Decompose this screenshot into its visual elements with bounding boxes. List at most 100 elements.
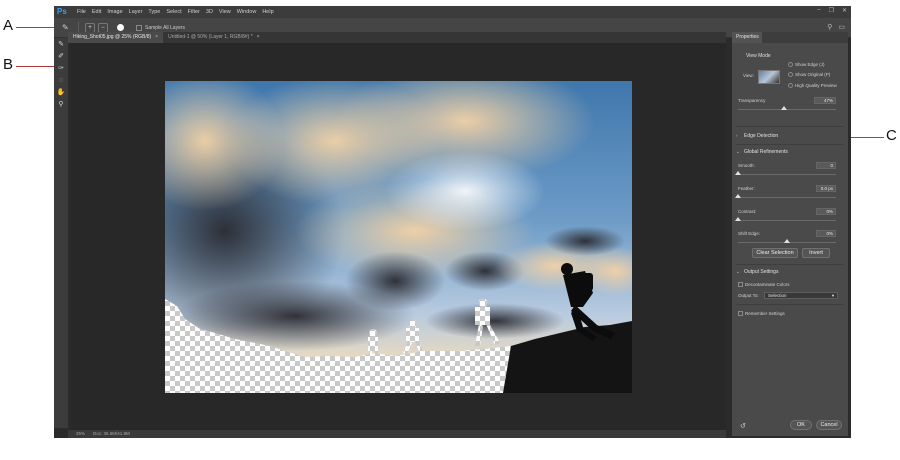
menu-help[interactable]: Help bbox=[262, 9, 273, 15]
clear-selection-button[interactable]: Clear Selection bbox=[752, 248, 798, 258]
hand-tool-icon[interactable]: ✋ bbox=[54, 88, 68, 98]
shift-edge-value[interactable]: 0% bbox=[816, 230, 836, 237]
menu-image[interactable]: Image bbox=[107, 9, 122, 15]
feather-slider-thumb[interactable] bbox=[735, 194, 741, 198]
reset-icon[interactable]: ↺ bbox=[740, 422, 746, 430]
output-settings-title[interactable]: Output Settings bbox=[744, 269, 778, 275]
high-quality-preview-checkbox[interactable] bbox=[788, 83, 793, 88]
feather-value[interactable]: 0.0 px bbox=[816, 185, 836, 192]
feather-slider[interactable] bbox=[738, 197, 836, 198]
contrast-label: Contrast: bbox=[738, 209, 757, 214]
show-original-label: Show Original (P) bbox=[795, 72, 831, 77]
callout-line-c bbox=[846, 137, 884, 138]
refine-edge-brush-icon[interactable]: ✐ bbox=[54, 52, 68, 62]
lasso-tool-icon[interactable]: ◌ bbox=[54, 76, 68, 86]
feather-label: Feather: bbox=[738, 186, 755, 191]
chevron-down-icon[interactable]: ⌄ bbox=[736, 149, 740, 155]
properties-panel: Properties View Mode View: Show Edge (J)… bbox=[732, 32, 848, 436]
tab-label: Untitled-1 @ 50% (Layer 1, RGB/8#) * bbox=[168, 34, 253, 40]
workspace-icon[interactable]: ▭ bbox=[838, 23, 845, 31]
panel-divider bbox=[736, 264, 844, 265]
panel-divider bbox=[736, 126, 844, 127]
global-refinements-title[interactable]: Global Refinements bbox=[744, 149, 788, 155]
close-icon[interactable]: × bbox=[155, 34, 158, 40]
smooth-label: Smooth: bbox=[738, 163, 755, 168]
remember-settings-label: Remember Settings bbox=[745, 311, 785, 316]
contrast-value[interactable]: 0% bbox=[816, 208, 836, 215]
output-to-label: Output To: bbox=[738, 293, 759, 298]
smooth-value[interactable]: 0 bbox=[816, 162, 836, 169]
brush-size-icon[interactable] bbox=[117, 24, 124, 31]
smooth-slider-thumb[interactable] bbox=[735, 171, 741, 175]
menu-view[interactable]: View bbox=[219, 9, 231, 15]
transparency-value[interactable]: 47% bbox=[814, 97, 836, 104]
edge-detection-title[interactable]: Edge Detection bbox=[744, 133, 778, 139]
canvas-area[interactable] bbox=[71, 43, 726, 431]
output-to-select[interactable]: Selection ▼ bbox=[764, 292, 838, 299]
chevron-down-icon[interactable]: ⌄ bbox=[736, 269, 740, 275]
minimize-icon[interactable]: – bbox=[817, 7, 820, 14]
invert-button[interactable]: Invert bbox=[802, 248, 830, 258]
sample-all-layers-checkbox[interactable] bbox=[136, 24, 142, 31]
status-bar: 25% Doc: 36.6M/41.9M bbox=[68, 430, 726, 438]
brush-tool-icon[interactable]: ✑ bbox=[54, 64, 68, 74]
high-quality-preview-label: High Quality Preview bbox=[795, 83, 837, 88]
tab-properties[interactable]: Properties bbox=[732, 32, 762, 43]
restore-icon[interactable]: ❐ bbox=[829, 7, 834, 14]
callout-label-b: B bbox=[3, 56, 14, 73]
zoom-tool-icon[interactable]: ⚲ bbox=[54, 100, 68, 110]
callout-label-c: C bbox=[886, 127, 897, 144]
menu-edit[interactable]: Edit bbox=[92, 9, 101, 15]
options-right-icons: ⚲ ▭ bbox=[827, 23, 845, 31]
tools-panel: ✎ ✐ ✑ ◌ ✋ ⚲ bbox=[54, 38, 68, 428]
view-mode-thumbnail[interactable] bbox=[758, 70, 780, 84]
callout-label-a: A bbox=[3, 17, 14, 34]
transparency-slider-thumb[interactable] bbox=[781, 106, 788, 110]
view-label: View: bbox=[743, 73, 754, 78]
quick-selection-tool-icon[interactable]: ✎ bbox=[62, 23, 72, 33]
menu-select[interactable]: Select bbox=[166, 9, 181, 15]
menu-window[interactable]: Window bbox=[237, 9, 257, 15]
show-original-checkbox[interactable] bbox=[788, 72, 793, 77]
contrast-slider[interactable] bbox=[738, 220, 836, 221]
menu-filter[interactable]: Filter bbox=[188, 9, 200, 15]
smooth-slider[interactable] bbox=[738, 174, 836, 175]
menu-file[interactable]: File bbox=[77, 9, 86, 15]
callout-line-a bbox=[16, 27, 54, 28]
document-image[interactable] bbox=[165, 81, 632, 393]
subtract-from-selection-icon[interactable]: − bbox=[98, 22, 108, 33]
menu-layer[interactable]: Layer bbox=[129, 9, 143, 15]
show-edge-checkbox[interactable] bbox=[788, 62, 793, 67]
hiking-photo bbox=[165, 81, 632, 393]
window-controls: – ❐ ✕ bbox=[817, 7, 847, 14]
decontaminate-colors-checkbox[interactable] bbox=[738, 282, 743, 287]
ok-button[interactable]: OK bbox=[790, 420, 812, 430]
shift-edge-label: Shift Edge: bbox=[738, 231, 761, 236]
sample-all-layers-label: Sample All Layers bbox=[145, 24, 186, 31]
show-edge-label: Show Edge (J) bbox=[795, 62, 825, 67]
tab-hiking-shot[interactable]: Hiking_Shot05.jpg @ 25% (RGB/8) × bbox=[68, 32, 164, 43]
tab-untitled[interactable]: Untitled-1 @ 50% (Layer 1, RGB/8#) * × bbox=[163, 32, 264, 43]
chevron-right-icon[interactable]: › bbox=[736, 133, 738, 138]
view-mode-title: View Mode bbox=[746, 53, 771, 59]
zoom-level[interactable]: 25% bbox=[76, 430, 85, 438]
quick-selection-brush-icon[interactable]: ✎ bbox=[54, 40, 68, 50]
tab-label: Hiking_Shot05.jpg @ 25% (RGB/8) bbox=[73, 34, 152, 40]
panel-divider bbox=[736, 144, 844, 145]
menu-type[interactable]: Type bbox=[148, 9, 160, 15]
document-tabs: Hiking_Shot05.jpg @ 25% (RGB/8) × Untitle… bbox=[68, 32, 726, 43]
close-icon[interactable]: ✕ bbox=[842, 7, 847, 14]
contrast-slider-thumb[interactable] bbox=[735, 217, 741, 221]
menu-3d[interactable]: 3D bbox=[206, 9, 213, 15]
doc-size: Doc: 36.6M/41.9M bbox=[93, 431, 130, 436]
menu-bar: Ps File Edit Image Layer Type Select Fil… bbox=[54, 6, 851, 18]
add-to-selection-icon[interactable]: + bbox=[85, 22, 95, 33]
close-icon[interactable]: × bbox=[257, 34, 260, 40]
remember-settings-checkbox[interactable] bbox=[738, 311, 743, 316]
shift-edge-slider-thumb[interactable] bbox=[784, 239, 790, 243]
callout-line-b bbox=[16, 66, 54, 67]
decontaminate-colors-label: Decontaminate Colors bbox=[745, 282, 790, 287]
cancel-button[interactable]: Cancel bbox=[816, 420, 842, 430]
search-icon[interactable]: ⚲ bbox=[827, 23, 832, 31]
transparency-label: Transparency bbox=[738, 98, 766, 103]
